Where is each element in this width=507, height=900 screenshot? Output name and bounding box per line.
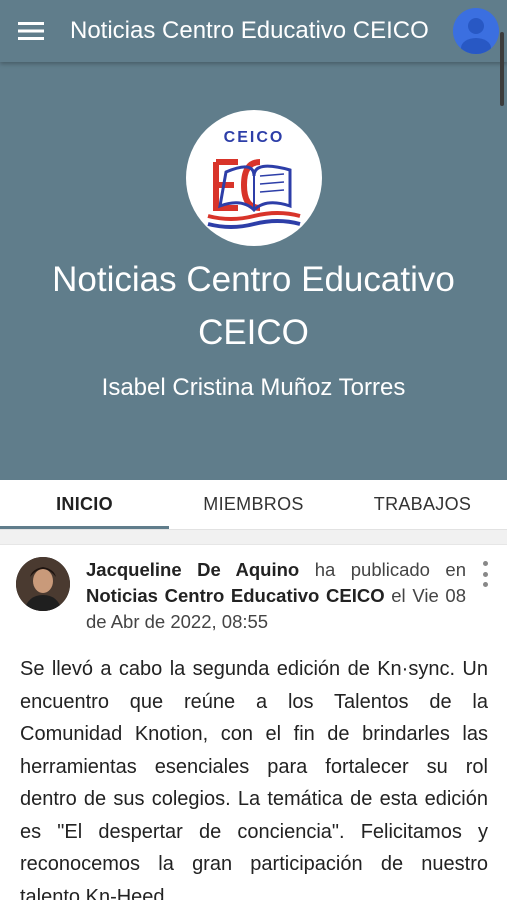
post-preposition: el	[391, 585, 406, 606]
tab-bar: INICIO MIEMBROS TRABAJOS	[0, 480, 507, 530]
post-action: ha publicado en	[314, 559, 466, 580]
user-avatar-icon	[453, 8, 499, 54]
author-photo-icon	[16, 557, 70, 611]
post-author[interactable]: Jacqueline De Aquino	[86, 559, 299, 580]
more-options-icon[interactable]	[475, 561, 495, 587]
tab-miembros[interactable]: MIEMBROS	[169, 480, 338, 529]
tab-trabajos[interactable]: TRABAJOS	[338, 480, 507, 529]
menu-button[interactable]	[0, 0, 62, 62]
scrollbar[interactable]	[500, 32, 504, 106]
group-header: CEICO Noticias Centro Educativo CEICO Is…	[0, 62, 507, 480]
post-body: Se llevó a cabo la segunda edición de Kn…	[20, 658, 488, 900]
app-bar: Noticias Centro Educativo CEICO	[0, 0, 507, 62]
post-card: Jacqueline De Aquino ha publicado en Not…	[0, 544, 507, 900]
profile-button[interactable]	[453, 8, 499, 54]
group-logo: CEICO	[186, 110, 322, 246]
author-avatar[interactable]	[16, 557, 70, 611]
app-bar-title: Noticias Centro Educativo CEICO	[70, 17, 429, 44]
post-group[interactable]: Noticias Centro Educativo CEICO	[86, 585, 385, 606]
group-owner: Isabel Cristina Muñoz Torres	[101, 374, 406, 401]
post-header: Jacqueline De Aquino ha publicado en Not…	[86, 557, 466, 635]
tab-inicio[interactable]: INICIO	[0, 480, 169, 529]
hamburger-menu-icon	[18, 22, 44, 40]
logo-text: CEICO	[224, 129, 285, 146]
book-logo-icon: CEICO	[207, 129, 301, 229]
group-title: Noticias Centro Educativo CEICO	[52, 260, 455, 352]
